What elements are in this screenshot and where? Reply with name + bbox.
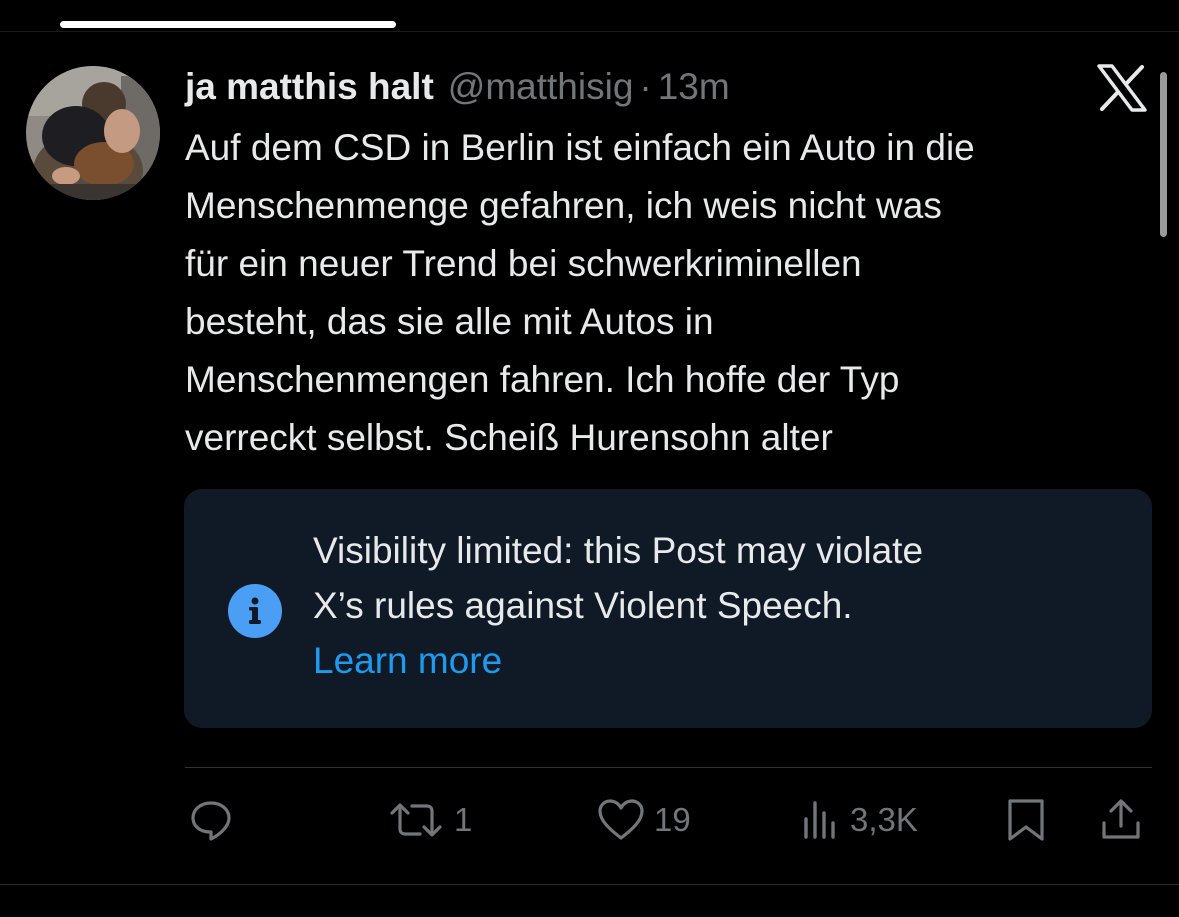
post-text-line: Menschenmengen fahren. Ich hoffe der Typ [185, 359, 900, 400]
post-text-line: besteht, das sie alle mit Autos in [185, 301, 714, 342]
repost-icon [386, 797, 446, 843]
scrollbar[interactable] [1160, 72, 1167, 237]
notice-text: Visibility limited: this Post may violat… [313, 523, 923, 688]
timestamp[interactable]: 13m [658, 66, 730, 108]
visibility-notice: Visibility limited: this Post may violat… [184, 489, 1152, 728]
handle[interactable]: @matthisig [448, 66, 634, 108]
repost-button[interactable]: 1 [386, 797, 472, 843]
learn-more-link[interactable]: Learn more [313, 633, 923, 688]
actions-divider [185, 767, 1152, 768]
views-icon [802, 797, 842, 843]
bookmark-icon [1004, 797, 1048, 843]
share-icon [1098, 797, 1144, 843]
display-name[interactable]: ja matthis halt [185, 66, 434, 108]
like-button[interactable]: 19 [596, 797, 691, 843]
post-text-line: Menschenmenge gefahren, ich weis nicht w… [185, 185, 942, 226]
avatar[interactable] [26, 66, 160, 200]
views-count: 3,3K [850, 801, 918, 838]
bottom-divider [0, 884, 1179, 885]
post-text: Auf dem CSD in Berlin ist einfach ein Au… [185, 119, 1160, 467]
notice-line: Visibility limited: this Post may violat… [313, 530, 924, 571]
repost-count: 1 [454, 801, 473, 838]
notice-line: X’s rules against Violent Speech. [313, 585, 853, 626]
post-text-line: verreckt selbst. Scheiß Hurensohn alter [185, 417, 833, 458]
bookmark-button[interactable] [1004, 797, 1048, 843]
reply-icon [188, 797, 234, 843]
separator-dot: · [639, 66, 652, 107]
post-text-line: für ein neuer Trend bei schwerkriminelle… [185, 243, 862, 284]
post-text-line: Auf dem CSD in Berlin ist einfach ein Au… [185, 127, 975, 168]
views-button[interactable]: 3,3K [802, 797, 918, 843]
top-divider [0, 31, 1179, 32]
top-handle-bar [60, 21, 396, 28]
info-icon [228, 584, 282, 638]
heart-icon [596, 797, 646, 843]
x-logo-icon [1096, 64, 1148, 112]
like-count: 19 [654, 801, 691, 838]
post-header: ja matthis halt @matthisig · 13m [185, 62, 730, 112]
share-button[interactable] [1098, 797, 1144, 843]
reply-button[interactable] [188, 797, 234, 843]
